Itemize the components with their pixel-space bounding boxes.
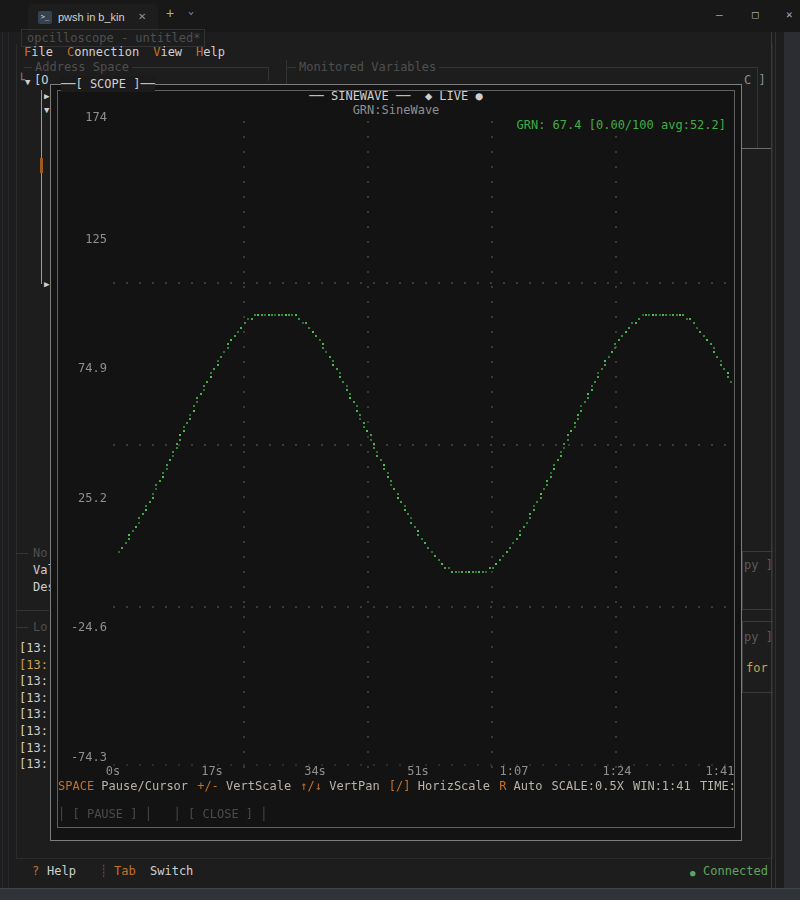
y-tick-label: 174 [85, 109, 107, 125]
menu-item-help[interactable]: Help [196, 45, 225, 59]
log-line: [13: [19, 640, 48, 656]
x-tick-label: 1:07 [500, 763, 529, 779]
window-left-edge2 [8, 32, 9, 888]
window-right-edge [771, 32, 772, 888]
scope-help-item: [/] HorizScale [389, 778, 490, 794]
scope-help-item: R Auto [499, 778, 542, 794]
y-tick-label: 25.2 [78, 490, 107, 506]
window-bottom-edge [0, 888, 800, 900]
tree-guide-line [41, 90, 42, 284]
menu-item-view[interactable]: View [153, 45, 182, 59]
app-right-border [772, 44, 773, 858]
connected-label: Connected [703, 863, 768, 879]
terminal-tab[interactable]: >_ pwsh in b_kin ✕ [28, 4, 158, 32]
statusbar-divider: ┊ [100, 863, 107, 879]
scrollbar-thumb[interactable] [40, 158, 43, 173]
statusbar-help-label[interactable]: Help [47, 863, 76, 879]
menu-item-file[interactable]: File [24, 45, 53, 59]
close-button-scope[interactable]: [ CLOSE ] [188, 807, 253, 821]
window-titlebar: >_ pwsh in b_kin ✕ + ⌄ — □ ✕ [0, 0, 800, 32]
log-panel-title: Lo [33, 619, 47, 635]
new-tab-button[interactable]: + [166, 5, 174, 21]
window-right-edge2 [775, 32, 776, 888]
scope-help-item: WIN:1:41 [633, 778, 691, 794]
node-panel-border [16, 553, 28, 554]
y-tick-label: -24.6 [71, 619, 107, 635]
scope-buttons: │ [ PAUSE ] │ │ [ CLOSE ] │ [58, 806, 268, 822]
menu-item-connection[interactable]: Connection [67, 45, 139, 59]
scope-plot-canvas [58, 91, 736, 829]
node-panel-title: No [33, 545, 47, 561]
app-bottom-border [16, 858, 773, 859]
log-line: [13: [19, 706, 48, 722]
statusbar-help-key[interactable]: ? [32, 863, 39, 879]
log-line: [13: [19, 690, 48, 706]
log-line: [13: [19, 723, 48, 739]
minimize-button[interactable]: — [716, 8, 723, 21]
scope-help-line: SPACE Pause/Cursor +/- VertScale ↑/↓ VertP… [58, 778, 736, 794]
scope-window: ──[ SCOPE ]── ── SINEWAVE ── ◆ LIVE ● GR… [50, 84, 742, 841]
log-line: [13: [19, 673, 48, 689]
tree-arrow-icon[interactable]: ▼ [44, 102, 49, 118]
scope-help-item: SCALE:0.5X [552, 778, 624, 794]
connected-dot-icon: ● [690, 865, 695, 881]
powershell-icon: >_ [38, 11, 52, 24]
statusbar-tab-key[interactable]: Tab [114, 863, 136, 879]
maximize-button[interactable]: □ [752, 8, 759, 21]
x-tick-label: 1:24 [603, 763, 632, 779]
window-left-edge [2, 32, 3, 888]
scope-help-item: TIME: [700, 778, 736, 794]
tree-expand-icon[interactable]: ▼ [25, 74, 30, 90]
tab-title: pwsh in b_kin [58, 11, 125, 23]
x-tick-label: 1:41 [706, 763, 735, 779]
copy-button-fragment[interactable]: py ] [744, 629, 773, 645]
terminal-window: >_ pwsh in b_kin ✕ + ⌄ — □ ✕ opcilloscop… [0, 0, 800, 900]
monitored-variables-corner [286, 60, 287, 84]
y-tick-label: 74.9 [78, 360, 107, 376]
pause-button[interactable]: [ PAUSE ] [72, 807, 137, 821]
x-tick-label: 17s [201, 763, 223, 779]
button-fragment-c: C ] [744, 72, 766, 88]
monitored-variables-title: Monitored Variables [296, 59, 439, 75]
x-tick-label: 0s [106, 763, 120, 779]
menu-bar: File Connection View Help [24, 44, 225, 60]
log-panel-border [16, 627, 28, 628]
scope-help-item: SPACE Pause/Cursor [58, 778, 188, 794]
tree-arrow-icon[interactable]: ▶ [44, 276, 49, 292]
scope-help-item: +/- VertScale [197, 778, 291, 794]
scope-help-item: ↑/↓ VertPan [300, 778, 380, 794]
tree-root-node[interactable]: [O [34, 72, 48, 88]
y-tick-label: 125 [85, 231, 107, 247]
statusbar-switch-label[interactable]: Switch [150, 863, 193, 879]
copy-button-fragment[interactable]: py ] [744, 557, 773, 573]
y-tick-label: -74.3 [71, 749, 107, 765]
close-button[interactable]: ✕ [786, 8, 793, 21]
x-tick-label: 34s [304, 763, 326, 779]
tab-dropdown-icon[interactable]: ⌄ [188, 5, 194, 16]
log-line: [13: [19, 657, 48, 673]
address-space-corner [268, 67, 269, 81]
log-line: [13: [19, 740, 48, 756]
app-left-border [16, 44, 17, 858]
tab-close-icon[interactable]: ✕ [138, 11, 146, 22]
x-tick-label: 51s [407, 763, 429, 779]
node-panel-bottom [16, 610, 49, 611]
log-line: [13: [19, 756, 48, 772]
panel-divider [742, 148, 772, 149]
scrollbar-gutter[interactable] [784, 32, 800, 888]
log-highlight-fragment: for [746, 660, 768, 676]
